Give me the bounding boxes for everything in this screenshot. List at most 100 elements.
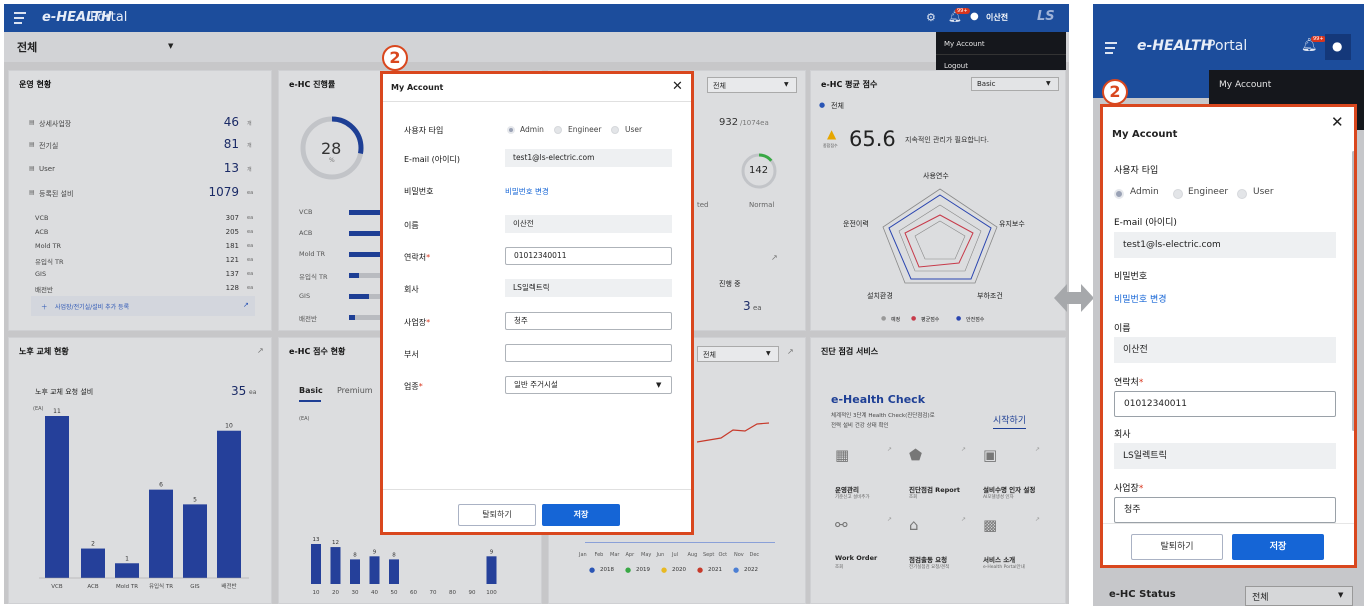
aging-bar-label: 2 <box>91 541 95 548</box>
service-item[interactable]: ⬟ ↗ 진단점검 Report 조회 <box>909 446 977 506</box>
menu-item-logout[interactable]: Logout <box>944 62 968 70</box>
trend-year-label: 2018 <box>600 567 614 573</box>
radio-user[interactable] <box>611 126 619 134</box>
close-icon[interactable]: ✕ <box>1331 113 1344 131</box>
close-icon[interactable]: ✕ <box>672 79 683 94</box>
mobile-my-account-modal: ✕ My Account 사용자 타입 Admin Engineer User … <box>1100 104 1357 568</box>
hc-title: e-Health Check <box>831 393 926 406</box>
save-button[interactable]: 저장 <box>1232 534 1324 560</box>
radio-user-label: User <box>1253 187 1274 197</box>
aging-category-label: VCB <box>51 584 63 590</box>
tab-premium[interactable]: Premium <box>337 386 373 395</box>
equip-unit: ea <box>247 285 254 291</box>
hc-category-label: 20 <box>332 590 339 596</box>
service-item[interactable]: ▣ ↗ 설비수명 인자 설정 AI모델생성 인자 <box>983 446 1051 506</box>
progress-pct-sign: % <box>329 157 335 164</box>
change-password-link[interactable]: 비밀번호 변경 <box>505 186 549 197</box>
email-label: E-mail (아이디) <box>1114 218 1177 228</box>
dispatch-icon: ⌂ <box>909 516 919 534</box>
phone-input[interactable]: 01012340011 <box>505 247 672 265</box>
radio-admin[interactable] <box>1114 189 1124 199</box>
report-icon: ⬟ <box>909 446 923 464</box>
user-name[interactable]: 이산전 <box>986 12 1008 23</box>
site-input[interactable]: 청주 <box>1114 497 1336 523</box>
menu-icon[interactable] <box>1105 42 1117 54</box>
phone-input[interactable]: 01012340011 <box>1114 391 1336 417</box>
user-icon-button[interactable]: ● <box>1325 34 1351 60</box>
progress-title: e-HC 진행률 <box>289 80 336 89</box>
score-message: 지속적인 관리가 필요합니다. <box>905 136 989 144</box>
external-link-icon: ↗ <box>887 516 893 523</box>
service-item-title: 서비스 소개 <box>983 556 1016 564</box>
ops-row-unit: 개 <box>247 167 252 173</box>
avg-score-card: e-HC 평균 점수 Basic ▼ ● 전체 ▲ 종합점수 65.6 지속적인… <box>810 70 1066 331</box>
radio-admin[interactable] <box>507 126 515 134</box>
trend-month-label: Mar <box>610 552 620 558</box>
menu-icon[interactable] <box>14 12 26 24</box>
radar-axis: 설치환경 <box>867 292 893 300</box>
radio-admin-label: Admin <box>520 125 544 134</box>
ehc-status-select[interactable]: 전체 ▼ <box>1245 586 1353 606</box>
score-select[interactable]: Basic ▼ <box>971 77 1059 91</box>
name-field: 이산전 <box>1114 337 1336 363</box>
radio-user[interactable] <box>1237 189 1247 199</box>
user-icon: ● <box>970 11 979 22</box>
external-link-icon[interactable]: ↗ <box>257 346 264 355</box>
progress-row-label: 유입식 TR <box>299 273 328 281</box>
plus-icon: ＋ <box>41 303 48 311</box>
service-item[interactable]: ⌂ ↗ 점검출동 요청 전기실점검 요청/견적 <box>909 516 977 576</box>
trend-month-label: May <box>641 552 652 558</box>
start-button[interactable]: 시작하기 <box>993 413 1027 429</box>
user-icon: ● <box>1332 39 1343 53</box>
withdraw-button[interactable]: 탈퇴하기 <box>458 504 536 526</box>
scrollbar[interactable] <box>1352 151 1354 431</box>
aging-bar-label: 1 <box>125 555 129 562</box>
name-label: 이름 <box>404 221 419 230</box>
summary-select[interactable]: 전체 ▼ <box>707 77 797 93</box>
hc-desc-1: 체계적인 3단계 Health Check(진단점검)로 <box>831 413 935 419</box>
site-input[interactable]: 청주 <box>505 312 672 330</box>
tab-basic[interactable]: Basic <box>299 386 323 395</box>
equip-unit: ea <box>247 229 254 235</box>
radio-engineer[interactable] <box>1173 189 1183 199</box>
hc-score-bar-chart: 13 10 12 20 8 30 9 40 8 50 60 70 80 90 9 100 <box>311 537 497 596</box>
menu-item-my-account[interactable]: My Account <box>944 40 985 48</box>
filter-bar: 전체 ▼ <box>4 32 1069 62</box>
ops-status-card: 운영 현황 ▤ 상세사업장 46 개 ▤ 전기실 81 개 ▤ User 13 개 ▤ 등록된 설비 107… <box>8 70 272 331</box>
service-item[interactable]: ▩ ↗ 서비스 소개 e-Health Portal안내 <box>983 516 1051 576</box>
radio-admin-label: Admin <box>1130 187 1159 197</box>
aging-bar <box>115 563 139 578</box>
gear-icon[interactable]: ⚙ <box>926 11 936 24</box>
add-link-button[interactable]: ＋ 사업장/전기실/설비 추가 등록 ↗ <box>31 296 255 316</box>
withdraw-button[interactable]: 탈퇴하기 <box>1131 534 1223 560</box>
equip-value: 121 <box>225 256 239 264</box>
service-item-sub: 기준신고 설비추가 <box>835 495 870 500</box>
warning-icon: ▲ <box>827 127 837 141</box>
external-link-icon[interactable]: ↗ <box>787 347 794 356</box>
chevron-down-icon[interactable]: ▼ <box>168 42 173 50</box>
equip-label: VCB <box>35 214 49 222</box>
my-account-modal: My Account ✕ 사용자 타입 Admin Engineer User … <box>380 71 694 535</box>
trend-select[interactable]: 전체 ▼ <box>697 346 779 362</box>
menu-item-my-account[interactable]: My Account <box>1219 80 1271 90</box>
service-card: 진단 점검 서비스 e-Health Check 체계적인 3단계 Health… <box>810 337 1066 604</box>
aging-bar-label: 11 <box>53 408 61 415</box>
tab-active-indicator <box>299 400 321 402</box>
dept-input[interactable] <box>505 344 672 362</box>
service-item-sub: 전기실점검 요청/견적 <box>909 565 950 570</box>
save-button[interactable]: 저장 <box>542 504 620 526</box>
service-item[interactable]: ▦ ↗ 운영관리 기준신고 설비추가 <box>835 446 903 506</box>
external-link-icon: ↗ <box>961 516 967 523</box>
external-link-icon[interactable]: ↗ <box>771 253 778 262</box>
radio-engineer[interactable] <box>554 126 562 134</box>
dept-label: 부서 <box>404 350 419 359</box>
service-item[interactable]: ⚯ ↗ Work Order 조회 <box>835 516 903 576</box>
change-password-link[interactable]: 비밀번호 변경 <box>1114 292 1167 305</box>
aging-category-label: Mold TR <box>116 584 138 590</box>
filter-select[interactable]: 전체 <box>17 39 37 55</box>
top-bar: e-HEALTH Portal ⚙ 🔔︎ 99+ ● 이산전 LS <box>4 4 1069 32</box>
ops-row-label: User <box>39 165 55 173</box>
aging-bar-label: 10 <box>225 423 233 430</box>
hc-category-label: 50 <box>391 590 398 596</box>
industry-select[interactable]: 일반 주거시설 ▼ <box>505 376 672 394</box>
